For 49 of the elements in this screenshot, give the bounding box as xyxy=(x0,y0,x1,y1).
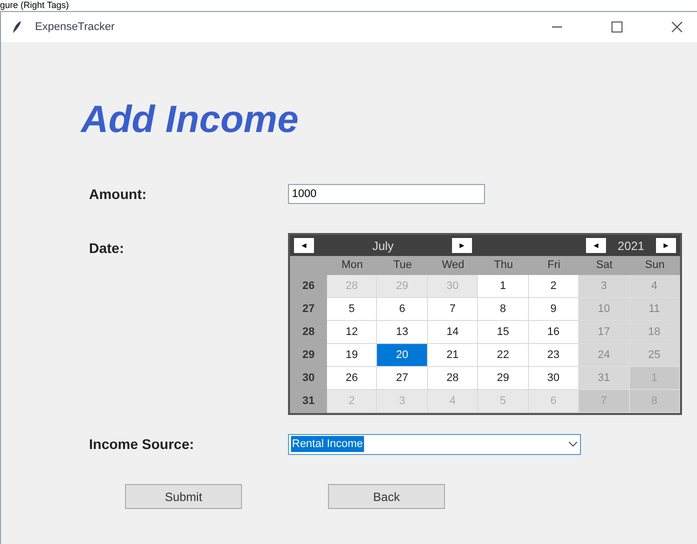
feather-icon xyxy=(11,20,23,34)
weekday-header: Tue xyxy=(392,258,413,273)
calendar-day[interactable]: 15 xyxy=(478,321,529,344)
maximize-icon[interactable] xyxy=(611,21,623,33)
calendar-day[interactable]: 22 xyxy=(478,344,529,367)
next-year-button[interactable]: ► xyxy=(656,238,676,253)
submit-button[interactable]: Submit xyxy=(125,484,242,509)
calendar-day[interactable]: 20 xyxy=(377,344,428,367)
calendar-day[interactable]: 27 xyxy=(377,367,428,390)
calendar-day[interactable]: 19 xyxy=(327,344,378,367)
calendar-day[interactable]: 23 xyxy=(528,344,580,367)
calendar-day[interactable]: 21 xyxy=(428,344,478,367)
weekday-header: Mon xyxy=(340,258,364,273)
weekday-header: Sat xyxy=(595,258,614,273)
calendar-day[interactable]: 29 xyxy=(478,367,529,390)
calendar-day[interactable]: 5 xyxy=(327,298,378,321)
calendar-day[interactable]: 6 xyxy=(377,298,428,321)
next-month-button[interactable]: ► xyxy=(452,238,472,253)
calendar-day[interactable]: 12 xyxy=(327,321,378,344)
weekday-header: Sun xyxy=(644,258,666,273)
calendar-day[interactable]: 30 xyxy=(528,367,580,390)
calendar-day[interactable]: 8 xyxy=(478,298,529,321)
weekday-header: Thu xyxy=(493,258,514,273)
amount-label: Amount: xyxy=(88,184,148,204)
weekday-header: Fri xyxy=(546,258,562,273)
date-label: Date: xyxy=(88,239,126,258)
calendar-day[interactable]: 26 xyxy=(327,367,378,390)
month-label: July xyxy=(371,238,395,254)
weekday-header: Wed xyxy=(440,258,466,273)
back-button[interactable]: Back xyxy=(328,484,445,509)
calendar-day[interactable]: 7 xyxy=(428,298,478,321)
calendar-day[interactable]: 14 xyxy=(428,321,478,344)
previous-year-button[interactable]: ◄ xyxy=(586,238,606,253)
chevron-down-icon xyxy=(568,441,578,447)
calendar-day[interactable]: 2 xyxy=(528,275,580,298)
year-label: 2021 xyxy=(616,238,646,254)
amount-field[interactable]: 1000 xyxy=(288,184,485,204)
window-title: ExpenseTracker xyxy=(35,20,115,35)
calendar-day[interactable]: 28 xyxy=(428,367,478,390)
income-source-label: Income Source: xyxy=(88,434,196,454)
caption-fragment: gure (Right Tags) xyxy=(0,0,69,11)
page-heading: Add Income xyxy=(81,98,300,143)
calendar-day[interactable]: 1 xyxy=(478,275,529,298)
calendar-day[interactable]: 16 xyxy=(528,321,580,344)
income-source-dropdown[interactable]: Rental Income xyxy=(288,434,581,454)
previous-month-button[interactable]: ◄ xyxy=(294,238,314,253)
calendar-day[interactable]: 9 xyxy=(528,298,580,321)
calendar-day[interactable]: 13 xyxy=(377,321,428,344)
close-icon[interactable] xyxy=(671,21,683,33)
